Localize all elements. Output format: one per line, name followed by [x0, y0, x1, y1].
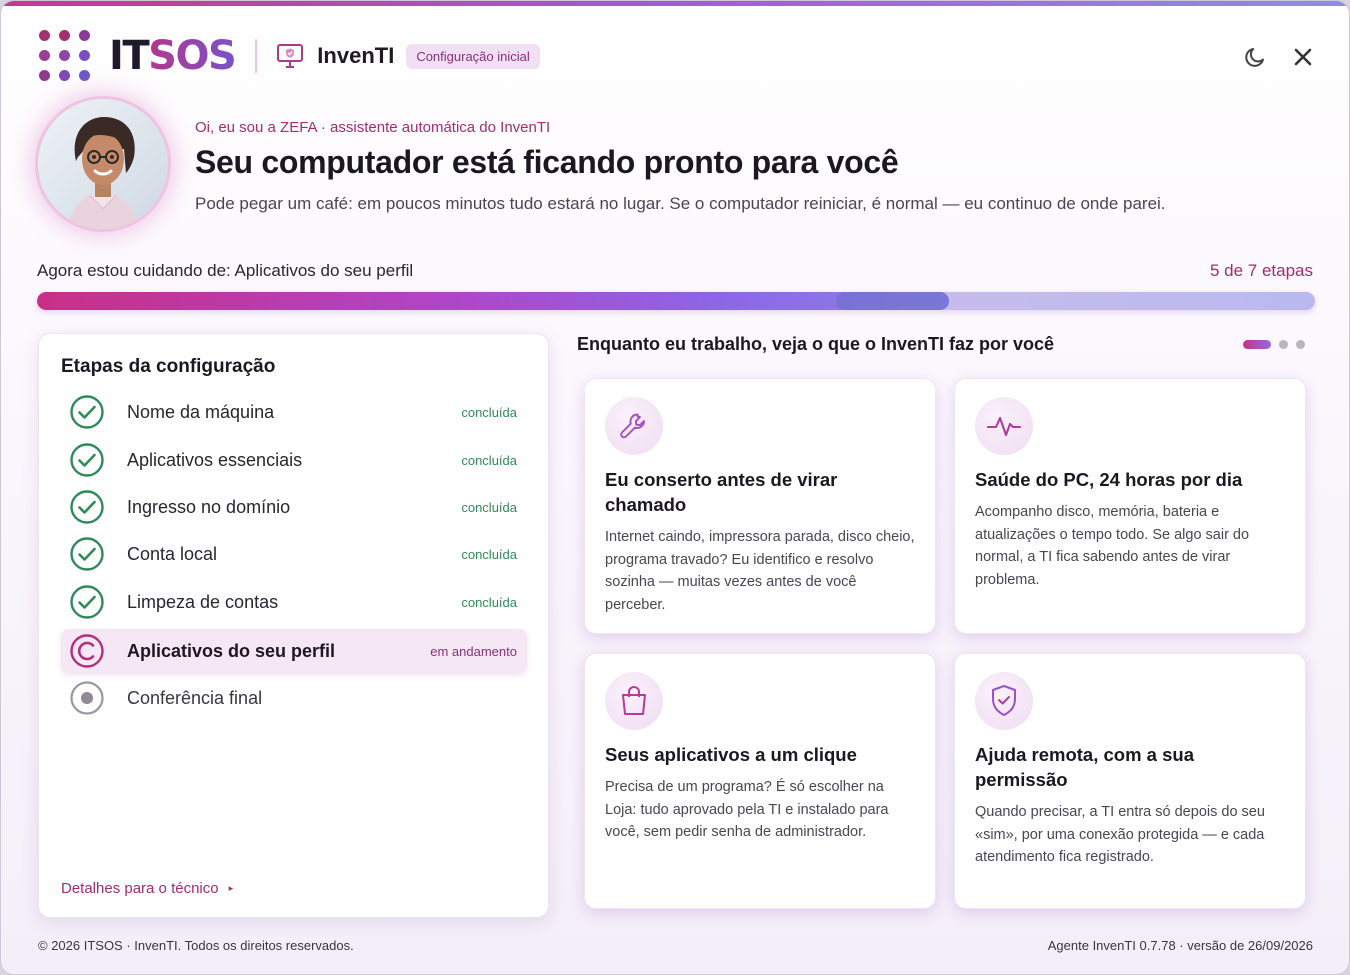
feature-card-text: Internet caindo, impressora parada, disc…	[605, 529, 915, 613]
feature-card: Ajuda remota, com a sua permissão Quando…	[954, 653, 1306, 909]
pulse-icon	[975, 397, 1033, 455]
feature-card-title: Ajuda remota, com a sua permissão	[975, 744, 1194, 790]
feature-card-title: Saúde do PC, 24 horas por dia	[975, 469, 1243, 490]
step-label: Aplicativos essenciais	[127, 449, 303, 470]
step-status: concluída	[461, 404, 517, 420]
progress-bar	[37, 292, 1315, 310]
shopping-bag-icon	[605, 672, 663, 730]
feature-card: Seus aplicativos a um clique Precisa de …	[584, 653, 936, 909]
step-label: Conferência final	[127, 687, 263, 708]
brand-header: ITSOS InvenTI Configuração inicial	[37, 29, 540, 83]
progress-label: Agora estou cuidando de: Aplicativos do …	[37, 261, 414, 280]
check-circle-icon	[69, 489, 105, 525]
pager-dot-active[interactable]	[1243, 340, 1271, 349]
progress-bar-fill	[37, 292, 950, 310]
step-item: Aplicativos essenciais concluída	[61, 438, 527, 482]
check-circle-icon	[69, 442, 105, 478]
moon-icon	[1245, 48, 1264, 67]
pager-dot[interactable]	[1296, 340, 1305, 349]
progress-count: 5 de 7 etapas	[1209, 261, 1313, 280]
footer-version: Agente InvenTI 0.7.78 · versão de 26/09/…	[1047, 938, 1313, 953]
feature-card: Saúde do PC, 24 horas por dia Acompanho …	[954, 378, 1306, 634]
step-item: Nome da máquina concluída	[61, 390, 527, 434]
feature-card-text: Acompanho disco, memória, bateria e atua…	[975, 504, 1250, 588]
step-item: Limpeza de contas concluída	[61, 580, 527, 624]
shield-check-icon	[975, 672, 1033, 730]
features-title: Enquanto eu trabalho, veja o que o Inven…	[577, 334, 1055, 354]
step-item-active: Aplicativos do seu perfil em andamento	[61, 629, 527, 673]
window-controls	[1241, 43, 1317, 71]
hero-kicker: Oi, eu sou a ZEFA · assistente automátic…	[195, 119, 551, 136]
progress-bar-current-segment	[836, 292, 950, 310]
check-circle-icon	[69, 584, 105, 620]
wrench-icon	[605, 397, 663, 455]
technician-details-link[interactable]: Detalhes para o técnico ▸	[61, 880, 233, 897]
footer-copyright: © 2026 ITSOS · InvenTI. Todos os direito…	[38, 938, 354, 953]
pager-dot[interactable]	[1279, 340, 1288, 349]
spinner-icon	[69, 633, 105, 669]
step-status: concluída	[461, 546, 517, 562]
step-status: concluída	[461, 594, 517, 610]
top-accent-line	[1, 1, 1349, 6]
step-item: Conta local concluída	[61, 532, 527, 576]
step-label: Aplicativos do seu perfil	[127, 640, 336, 661]
step-item-pending: Conferência final	[61, 676, 527, 720]
step-status: concluída	[461, 499, 517, 515]
page-title: Seu computador está ficando pronto para …	[195, 144, 899, 180]
check-circle-icon	[69, 536, 105, 572]
check-circle-icon	[69, 394, 105, 430]
feature-card-text: Precisa de um programa? É só escolher na…	[605, 779, 889, 840]
setup-window: ITSOS InvenTI Configuração inicial Oi, e…	[0, 0, 1350, 975]
itsos-logo-dots	[37, 29, 95, 83]
setup-badge: Configuração inicial	[406, 43, 540, 69]
feature-card-title: Seus aplicativos a um clique	[605, 744, 857, 765]
feature-card-text: Quando precisar, a TI entra só depois do…	[975, 804, 1265, 865]
pending-circle-icon	[69, 680, 105, 716]
close-button[interactable]	[1289, 43, 1317, 71]
step-label: Nome da máquina	[127, 401, 275, 422]
hero-subtitle: Pode pegar um café: em poucos minutos tu…	[195, 194, 1166, 213]
header-divider	[255, 39, 258, 73]
close-icon	[1294, 48, 1312, 66]
product-name: InvenTI	[317, 43, 395, 68]
carousel-pager	[1243, 340, 1305, 349]
step-label: Limpeza de contas	[127, 591, 279, 612]
caret-right-icon: ▸	[228, 883, 234, 893]
step-label: Ingresso no domínio	[127, 496, 291, 517]
step-item: Ingresso no domínio concluída	[61, 485, 527, 529]
steps-panel: Etapas da configuração Nome da máquina c…	[38, 333, 549, 918]
zefa-avatar	[38, 99, 168, 229]
steps-panel-title: Etapas da configuração	[61, 356, 276, 377]
theme-toggle-button[interactable]	[1241, 43, 1269, 71]
feature-card-title: Eu conserto antes de virar chamado	[605, 469, 838, 515]
step-label: Conta local	[127, 543, 218, 564]
step-status: em andamento	[430, 643, 517, 659]
step-status: concluída	[461, 452, 517, 468]
feature-card: Eu conserto antes de virar chamado Inter…	[584, 378, 936, 634]
monitor-shield-icon	[275, 41, 305, 71]
itsos-logo-text: ITSOS	[109, 33, 237, 79]
